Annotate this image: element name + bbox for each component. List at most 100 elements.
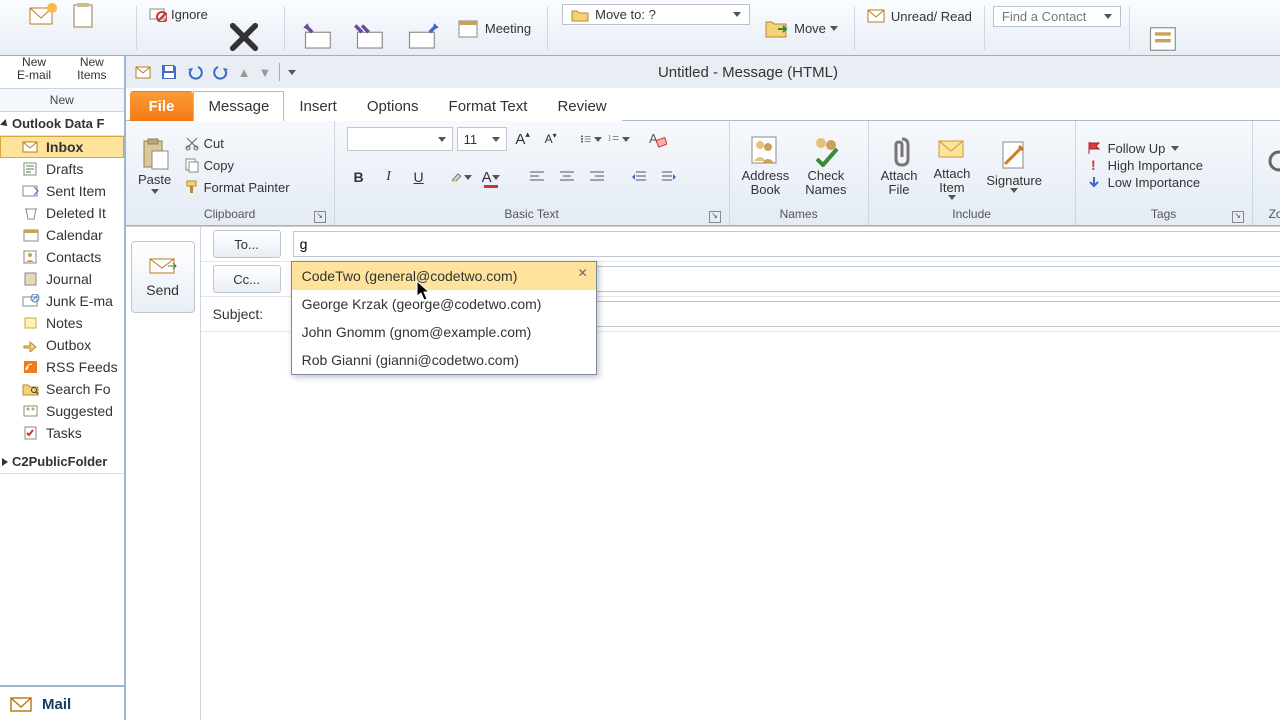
- find-contact-input[interactable]: Find a Contact: [993, 6, 1121, 27]
- folder-calendar[interactable]: Calendar: [0, 224, 124, 246]
- autocomplete-item[interactable]: George Krzak (george@codetwo.com): [292, 290, 596, 318]
- delete-button[interactable]: [212, 0, 276, 52]
- cursor-icon: [416, 280, 432, 302]
- check-names-button[interactable]: Check Names: [797, 124, 854, 206]
- nav-mail-label: Mail: [42, 696, 71, 713]
- highlight-icon[interactable]: [449, 165, 473, 189]
- new-items-button[interactable]: [69, 0, 101, 32]
- font-family-select[interactable]: [347, 127, 453, 151]
- nav-mail-button[interactable]: Mail: [0, 685, 124, 720]
- compose-area: Send To... Cc... Subject:: [126, 226, 1280, 720]
- cut-button[interactable]: Cut: [180, 133, 294, 153]
- format-painter-button[interactable]: Format Painter: [180, 177, 294, 197]
- align-right-icon[interactable]: [585, 165, 609, 189]
- folder-suggested[interactable]: Suggested: [0, 400, 124, 422]
- ignore-button[interactable]: Ignore: [145, 4, 212, 24]
- grow-font-icon[interactable]: A▴: [511, 127, 535, 151]
- to-input[interactable]: [293, 231, 1280, 257]
- reply-all-icon[interactable]: [345, 0, 397, 56]
- folder-journal[interactable]: Journal: [0, 268, 124, 290]
- send-button[interactable]: Send: [131, 241, 195, 313]
- font-size-select[interactable]: 11: [457, 127, 507, 151]
- qat-more-icon[interactable]: [288, 70, 296, 75]
- cc-button[interactable]: Cc...: [213, 265, 281, 293]
- move-to-label: Move to: ?: [595, 7, 656, 22]
- tab-format-text[interactable]: Format Text: [434, 91, 543, 121]
- shrink-font-icon[interactable]: A▾: [539, 127, 563, 151]
- folder-tasks[interactable]: Tasks: [0, 422, 124, 444]
- to-button[interactable]: To...: [213, 230, 281, 258]
- folder-outbox[interactable]: Outbox: [0, 334, 124, 356]
- indent-icon[interactable]: [657, 165, 681, 189]
- copy-button[interactable]: Copy: [180, 155, 294, 175]
- follow-up-button[interactable]: Follow Up: [1086, 141, 1203, 156]
- align-left-icon[interactable]: [525, 165, 549, 189]
- autocomplete-item[interactable]: John Gnomm (gnom@example.com): [292, 318, 596, 346]
- new-email-label: New E-mail: [17, 56, 51, 82]
- clipboard-launcher-icon[interactable]: ↘: [314, 211, 326, 223]
- meeting-label: Meeting: [485, 21, 531, 36]
- addin-icon[interactable]: [1138, 0, 1190, 56]
- move-to-dropdown[interactable]: Move to: ?: [562, 4, 750, 25]
- tab-message[interactable]: Message: [193, 91, 284, 121]
- tags-launcher-icon[interactable]: ↘: [1232, 211, 1244, 223]
- nav-pane: New E-mail New Items New Outlook Data F …: [0, 56, 126, 720]
- tree-header-label: Outlook Data F: [12, 116, 104, 131]
- prev-icon[interactable]: ▲: [238, 65, 251, 80]
- bullets-icon[interactable]: [579, 127, 603, 151]
- message-body[interactable]: [201, 332, 1280, 712]
- save-icon[interactable]: [160, 63, 178, 81]
- font-color-icon[interactable]: A: [479, 165, 503, 189]
- undo-icon[interactable]: [186, 63, 204, 81]
- folder-junk[interactable]: Junk E-ma: [0, 290, 124, 312]
- folder-contacts[interactable]: Contacts: [0, 246, 124, 268]
- underline-button[interactable]: U: [407, 165, 431, 189]
- tab-review[interactable]: Review: [542, 91, 621, 121]
- folder-deleted[interactable]: Deleted It: [0, 202, 124, 224]
- align-center-icon[interactable]: [555, 165, 579, 189]
- qat-icon[interactable]: [134, 63, 152, 81]
- folder-sent[interactable]: Sent Item: [0, 180, 124, 202]
- folder-search[interactable]: Search Fo: [0, 378, 124, 400]
- signature-button[interactable]: Signature: [978, 124, 1050, 206]
- tab-options[interactable]: Options: [352, 91, 434, 121]
- folder-drafts[interactable]: Drafts: [0, 158, 124, 180]
- forward-icon[interactable]: [397, 0, 449, 56]
- high-importance-button[interactable]: !High Importance: [1086, 158, 1203, 173]
- new-email-button[interactable]: [27, 0, 59, 32]
- folder-rss[interactable]: RSS Feeds: [0, 356, 124, 378]
- zoom-button[interactable]: [1257, 124, 1280, 206]
- find-contact-placeholder: Find a Contact: [1002, 9, 1087, 24]
- tree-header-outlook[interactable]: Outlook Data F: [0, 112, 124, 136]
- tab-file[interactable]: File: [130, 91, 194, 121]
- tree-header-c2[interactable]: C2PublicFolder: [0, 450, 124, 474]
- tab-insert[interactable]: Insert: [284, 91, 352, 121]
- outdent-icon[interactable]: [627, 165, 651, 189]
- attach-file-button[interactable]: Attach File: [873, 124, 926, 206]
- folder-notes[interactable]: Notes: [0, 312, 124, 334]
- address-book-button[interactable]: Address Book: [734, 124, 798, 206]
- italic-button[interactable]: I: [377, 165, 401, 189]
- paste-button[interactable]: Paste: [130, 124, 180, 206]
- unread-button[interactable]: Unread/ Read: [863, 6, 976, 26]
- folder-inbox[interactable]: Inbox: [0, 136, 124, 158]
- clear-formatting-icon[interactable]: A: [645, 127, 669, 151]
- bold-button[interactable]: B: [347, 165, 371, 189]
- move-button[interactable]: Move: [756, 0, 846, 56]
- basic-text-launcher-icon[interactable]: ↘: [709, 211, 721, 223]
- autocomplete-remove-icon[interactable]: ✕: [576, 266, 590, 280]
- redo-icon[interactable]: [212, 63, 230, 81]
- tree-header2-label: C2PublicFolder: [12, 454, 107, 469]
- unread-label: Unread/ Read: [891, 9, 972, 24]
- next-icon[interactable]: ▼: [258, 65, 271, 80]
- main-toolbar: Ignore Meeting Move to: ? Move Unread/ R…: [0, 0, 1280, 56]
- subject-label: Subject:: [213, 306, 279, 322]
- message-window: ▲ ▼ Untitled - Message (HTML) File Messa…: [126, 56, 1280, 720]
- autocomplete-item[interactable]: CodeTwo (general@codetwo.com)✕: [292, 262, 596, 290]
- autocomplete-item[interactable]: Rob Gianni (gianni@codetwo.com): [292, 346, 596, 374]
- low-importance-button[interactable]: Low Importance: [1086, 175, 1203, 190]
- numbering-icon[interactable]: 12: [607, 127, 631, 151]
- meeting-button[interactable]: Meeting: [449, 0, 539, 56]
- attach-item-button[interactable]: Attach Item: [925, 124, 978, 206]
- reply-icon[interactable]: [293, 0, 345, 56]
